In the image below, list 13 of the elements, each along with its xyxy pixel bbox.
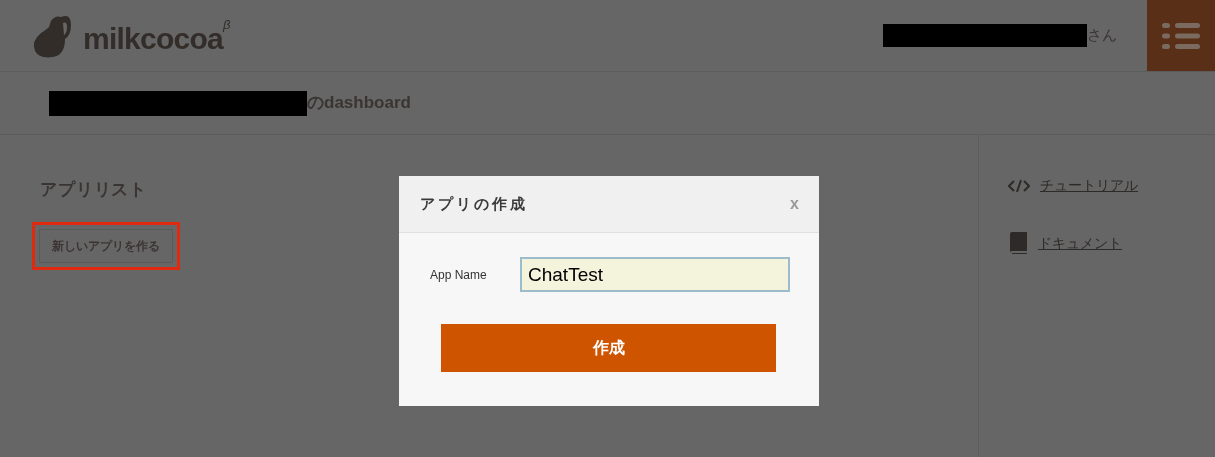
dialog-title: アプリの作成 <box>420 193 528 214</box>
list-icon <box>1162 21 1200 50</box>
beta-mark: β <box>223 17 231 31</box>
create-button[interactable]: 作成 <box>441 324 776 372</box>
logo-wordmark: milkcocoa <box>83 23 223 54</box>
field-label: App Name <box>430 266 488 284</box>
close-button[interactable]: x <box>790 192 799 216</box>
menu-button[interactable] <box>1147 0 1215 71</box>
sidebar-link[interactable]: ドキュメント <box>1038 232 1122 254</box>
code-icon <box>1008 178 1030 193</box>
book-icon <box>1008 232 1028 254</box>
app-name-field[interactable]: ChatTest <box>520 257 790 292</box>
sidebar-link[interactable]: チュートリアル <box>1040 175 1138 196</box>
